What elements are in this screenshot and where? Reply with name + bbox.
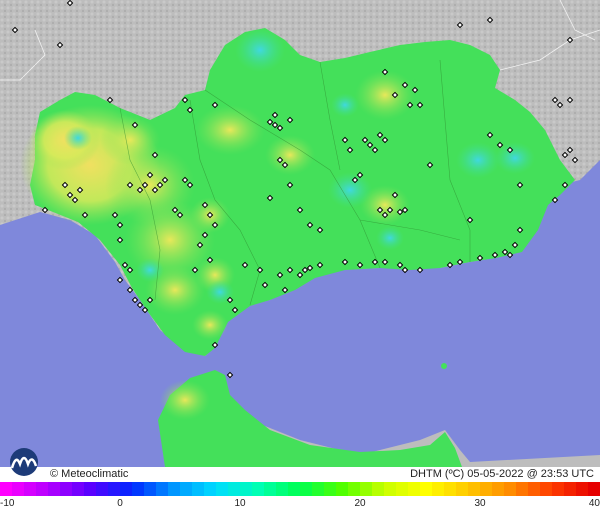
scale-swatch xyxy=(456,482,469,496)
meteoclimatic-logo-icon xyxy=(10,448,38,476)
temperature-color-scale xyxy=(0,482,600,496)
scale-swatch xyxy=(156,482,169,496)
map-title: DHTM (ºC) 05-05-2022 @ 23:53 UTC xyxy=(410,468,594,480)
scale-swatch xyxy=(24,482,37,496)
scale-tick-label: 20 xyxy=(354,498,366,509)
scale-swatch xyxy=(516,482,529,496)
scale-swatch xyxy=(336,482,349,496)
scale-swatch xyxy=(264,482,277,496)
scale-swatch xyxy=(420,482,433,496)
station-marker-icon[interactable] xyxy=(116,276,124,284)
scale-swatch xyxy=(348,482,361,496)
scale-swatch xyxy=(120,482,133,496)
scale-swatch xyxy=(48,482,61,496)
brand-label: © Meteoclimatic xyxy=(50,468,129,480)
scale-swatch xyxy=(36,482,49,496)
station-marker-icon[interactable] xyxy=(131,296,139,304)
scale-swatch xyxy=(204,482,217,496)
scale-swatch xyxy=(540,482,553,496)
scale-swatch xyxy=(504,482,517,496)
station-marker-icon[interactable] xyxy=(136,301,144,309)
scale-tick-label: -10 xyxy=(0,498,15,509)
scale-swatch xyxy=(480,482,493,496)
scale-tick-label: 10 xyxy=(234,498,246,509)
scale-swatch xyxy=(372,482,385,496)
scale-tick-label: 0 xyxy=(117,498,123,509)
scale-swatch xyxy=(360,482,373,496)
scale-swatch xyxy=(12,482,25,496)
scale-swatch xyxy=(408,482,421,496)
scale-swatch xyxy=(96,482,109,496)
scale-swatch xyxy=(252,482,265,496)
temperature-map[interactable] xyxy=(0,0,600,467)
scale-swatch xyxy=(324,482,337,496)
scale-swatch xyxy=(180,482,193,496)
scale-swatch xyxy=(432,482,445,496)
scale-swatch xyxy=(0,482,13,496)
scale-swatch xyxy=(108,482,121,496)
scale-swatch xyxy=(72,482,85,496)
scale-swatch xyxy=(468,482,481,496)
scale-swatch xyxy=(564,482,577,496)
region-ceuta-morocco xyxy=(158,370,462,467)
scale-swatch xyxy=(84,482,97,496)
island xyxy=(441,363,447,369)
scale-swatch xyxy=(492,482,505,496)
scale-swatch xyxy=(396,482,409,496)
scale-swatch xyxy=(588,482,600,496)
scale-swatch xyxy=(144,482,157,496)
scale-swatch xyxy=(312,482,325,496)
scale-swatch xyxy=(288,482,301,496)
scale-swatch xyxy=(216,482,229,496)
scale-swatch xyxy=(132,482,145,496)
scale-swatch xyxy=(300,482,313,496)
scale-tick-label: 30 xyxy=(474,498,486,509)
scale-tick-labels: -10 0 10 20 30 40 xyxy=(0,497,600,513)
scale-swatch xyxy=(384,482,397,496)
scale-swatch xyxy=(552,482,565,496)
scale-swatch xyxy=(240,482,253,496)
scale-swatch xyxy=(60,482,73,496)
scale-tick-label: 40 xyxy=(588,498,600,509)
station-marker-icon[interactable] xyxy=(226,371,234,379)
scale-swatch xyxy=(192,482,205,496)
scale-swatch xyxy=(276,482,289,496)
scale-swatch xyxy=(168,482,181,496)
scale-swatch xyxy=(228,482,241,496)
scale-swatch xyxy=(528,482,541,496)
scale-swatch xyxy=(444,482,457,496)
map-canvas xyxy=(0,0,600,467)
scale-swatch xyxy=(576,482,589,496)
